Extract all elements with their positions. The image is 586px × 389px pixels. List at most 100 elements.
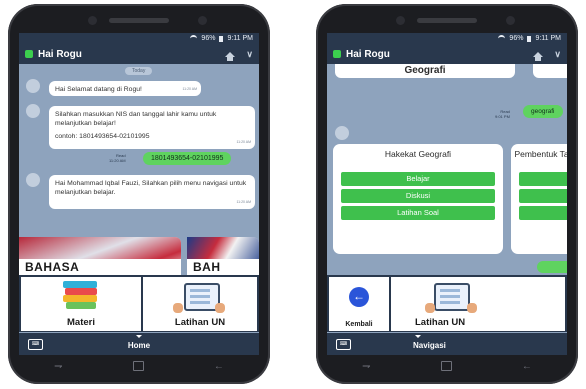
message-time: 11:20 AM	[236, 140, 251, 144]
message-example: contoh: 1801493654-02101995	[55, 133, 150, 140]
right-phone-frame: 96% 9:11 PM Hai Rogu ∨ Geografi Read 9:0…	[316, 4, 578, 384]
front-camera	[396, 16, 405, 25]
latihan-un-tile[interactable]: Latihan UN	[143, 277, 257, 331]
previous-card[interactable]: Geografi	[335, 64, 515, 78]
menu-row: ← Kembali Latihan UN	[327, 275, 567, 332]
topic-card: Hakekat Geografi Belajar Diskusi Latihan…	[333, 144, 503, 254]
chat-area: Today Hai Selamat datang di Rogu! 11:20 …	[19, 64, 259, 233]
read-receipt: Read 11:20 AM	[109, 153, 126, 163]
message-text: Hai Mohammad Iqbal Fauzi, Silahkan pilih…	[55, 180, 247, 196]
latihan-un-tile[interactable]: Latihan UN	[391, 277, 565, 331]
card-label: Geografi	[404, 65, 446, 76]
app-bar: Hai Rogu ∨	[19, 44, 259, 64]
hand-icon	[173, 303, 183, 313]
message-time: 11:20 AM	[236, 200, 251, 204]
sensor	[198, 16, 207, 25]
app-logo-icon	[25, 50, 33, 58]
back-icon[interactable]: ←	[214, 361, 224, 372]
books-icon	[63, 281, 99, 313]
banner-label: BAHASA	[19, 259, 181, 275]
latihan-soal-button[interactable]: Latihan Soal	[341, 206, 495, 220]
outgoing-bubble	[537, 261, 567, 273]
tile-label: Materi	[67, 317, 95, 328]
left-phone-frame: 96% 9:11 PM Hai Rogu ∨ Today Hai Selamat…	[8, 4, 270, 384]
bottom-nav[interactable]: ⌨ Navigasi	[327, 333, 567, 355]
earpiece	[109, 18, 169, 23]
belajar-button[interactable]: Belajar	[341, 172, 495, 186]
read-time: 9:01 PM	[495, 114, 510, 119]
message-text: Silahkan masukkan NIS dan tanggal lahir …	[55, 111, 217, 127]
read-time: 11:20 AM	[109, 158, 126, 163]
chevron-down-icon[interactable]: ∨	[554, 49, 561, 60]
chat-bubble: Hai Selamat datang di Rogu! 11:20 AM	[49, 81, 201, 96]
subject-carousel[interactable]: BAHASA BAH	[19, 237, 259, 275]
tablet-icon	[434, 283, 470, 311]
system-nav: ⇁ ←	[19, 356, 259, 376]
chevron-down-icon[interactable]: ∨	[246, 49, 253, 60]
menu-row: Materi Latihan UN	[19, 275, 259, 332]
caret-down-icon	[136, 335, 142, 338]
topic-card: Pembentuk Tatasur La	[511, 144, 567, 254]
banner-card[interactable]: BAHASA	[19, 237, 181, 275]
sensor	[506, 16, 515, 25]
status-bar: 96% 9:11 PM	[19, 33, 259, 44]
recent-apps-icon[interactable]: ⇁	[362, 361, 370, 372]
tile-label: Latihan UN	[415, 317, 466, 328]
left-screen: 96% 9:11 PM Hai Rogu ∨ Today Hai Selamat…	[19, 33, 259, 355]
topic-button[interactable]	[519, 172, 567, 186]
bottom-nav[interactable]: ⌨ Home	[19, 333, 259, 355]
banner-label: BAH	[187, 259, 259, 275]
materi-tile[interactable]: Materi	[21, 277, 141, 331]
tile-label: Latihan UN	[174, 317, 226, 328]
app-title: Hai Rogu	[38, 48, 82, 60]
banner-card[interactable]: BAH	[187, 237, 259, 275]
battery-level: 96%	[201, 35, 216, 42]
date-label: Today	[125, 67, 153, 75]
home-icon[interactable]	[225, 51, 236, 61]
read-receipt: Read 9:01 PM	[495, 109, 510, 119]
back-icon[interactable]: ←	[522, 361, 532, 372]
front-camera	[88, 16, 97, 25]
battery-icon	[219, 35, 224, 42]
right-screen: 96% 9:11 PM Hai Rogu ∨ Geografi Read 9:0…	[327, 33, 567, 355]
status-bar: 96% 9:11 PM	[327, 33, 567, 44]
app-title: Hai Rogu	[346, 48, 390, 60]
message-text: Hai Selamat datang di Rogu!	[55, 86, 142, 93]
outgoing-bubble: 1801493654-02101995	[143, 152, 232, 165]
topic-button[interactable]: La	[519, 206, 567, 220]
bottom-nav-label[interactable]: Navigasi	[327, 341, 567, 350]
message-time: 11:20 AM	[182, 87, 197, 91]
home-button-icon[interactable]	[440, 361, 452, 371]
recent-apps-icon[interactable]: ⇁	[54, 361, 62, 372]
chat-bubble: Hai Mohammad Iqbal Fauzi, Silahkan pilih…	[49, 175, 255, 209]
battery-level: 96%	[509, 35, 524, 42]
hand-icon	[425, 303, 435, 313]
diskusi-button[interactable]: Diskusi	[341, 189, 495, 203]
topic-title: Pembentuk Tatasur	[514, 149, 567, 159]
system-nav: ⇁ ←	[327, 356, 567, 376]
previous-card-2[interactable]	[533, 64, 567, 78]
topic-title: Hakekat Geografi	[384, 149, 452, 159]
app-bar: Hai Rogu ∨	[327, 44, 567, 64]
tile-label: Kembali	[345, 321, 373, 328]
hand-icon	[215, 303, 225, 313]
earpiece	[417, 18, 477, 23]
battery-icon	[527, 35, 532, 42]
bot-avatar	[26, 79, 40, 93]
app-logo-icon	[333, 50, 341, 58]
chat-bubble: Silahkan masukkan NIS dan tanggal lahir …	[49, 106, 255, 149]
status-time: 9:11 PM	[535, 35, 561, 42]
bot-avatar	[26, 104, 40, 118]
topic-button[interactable]	[519, 189, 567, 203]
home-icon[interactable]	[533, 51, 544, 61]
wifi-icon	[190, 35, 198, 42]
kembali-tile[interactable]: ← Kembali	[329, 277, 389, 331]
bottom-nav-label[interactable]: Home	[19, 341, 259, 350]
outgoing-bubble: geografi	[523, 105, 563, 118]
hand-icon	[467, 303, 477, 313]
status-time: 9:11 PM	[227, 35, 253, 42]
bot-avatar	[26, 173, 40, 187]
back-arrow-icon: ←	[349, 287, 369, 307]
home-button-icon[interactable]	[132, 361, 144, 371]
bot-avatar	[335, 126, 349, 140]
